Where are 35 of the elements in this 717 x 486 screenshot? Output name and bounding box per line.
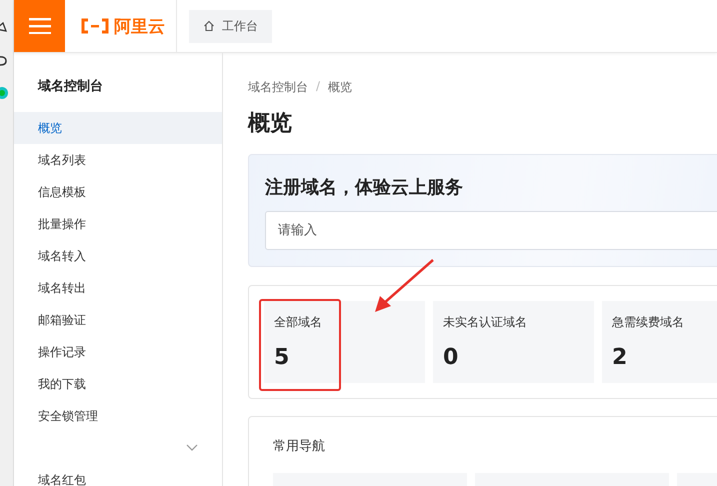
sidebar-item[interactable]: 域名红包: [14, 464, 222, 486]
domain-search-field[interactable]: 请输入: [265, 211, 717, 250]
stat-label: 全部域名: [274, 314, 323, 331]
sidebar-item[interactable]: 我的下载: [14, 368, 222, 400]
home-icon: [203, 20, 215, 32]
sidebar-title: 域名控制台: [36, 78, 104, 96]
stat-value: 2: [612, 345, 628, 370]
navigation-title: 常用导航: [273, 438, 326, 455]
sidebar-item[interactable]: 信息模板: [14, 176, 222, 208]
chevron-down-icon[interactable]: [186, 444, 198, 452]
stat-tile[interactable]: 急需续费域名 2: [602, 301, 717, 383]
annotation-arrow: [375, 259, 434, 312]
sidebar-item[interactable]: 操作记录: [14, 336, 222, 368]
banner-title: 注册域名，体验云上服务: [265, 176, 464, 199]
logo-bracket-icon: [80, 18, 110, 34]
stat-tile[interactable]: 未实名认证域名 0: [433, 301, 594, 383]
logo-text: 阿里云: [114, 16, 165, 38]
breadcrumb-item[interactable]: 域名控制台: [248, 79, 308, 96]
sidebar-item[interactable]: 域名转入: [14, 240, 222, 272]
breadcrumb-item: 概览: [328, 79, 352, 96]
sidebar-item[interactable]: 概览: [14, 112, 222, 144]
stat-value: 0: [443, 345, 460, 370]
workbench-tab[interactable]: 工作台: [189, 10, 272, 42]
breadcrumb-separator: /: [316, 79, 320, 95]
sidebar-item[interactable]: 域名列表: [14, 144, 222, 176]
page-title: 概览: [248, 110, 293, 138]
menu-icon: [28, 18, 50, 34]
sidebar-item[interactable]: 域名转出: [14, 272, 222, 304]
stat-label: 未实名认证域名: [443, 314, 528, 331]
stat-tile[interactable]: 全部域名 5: [264, 301, 425, 383]
stat-value: 5: [274, 345, 290, 370]
sidebar-item[interactable]: 邮箱验证: [14, 304, 222, 336]
stat-label: 急需续费域名: [612, 314, 685, 331]
sidebar-item[interactable]: 批量操作: [14, 208, 222, 240]
sidebar-item[interactable]: 安全锁管理: [14, 400, 222, 432]
